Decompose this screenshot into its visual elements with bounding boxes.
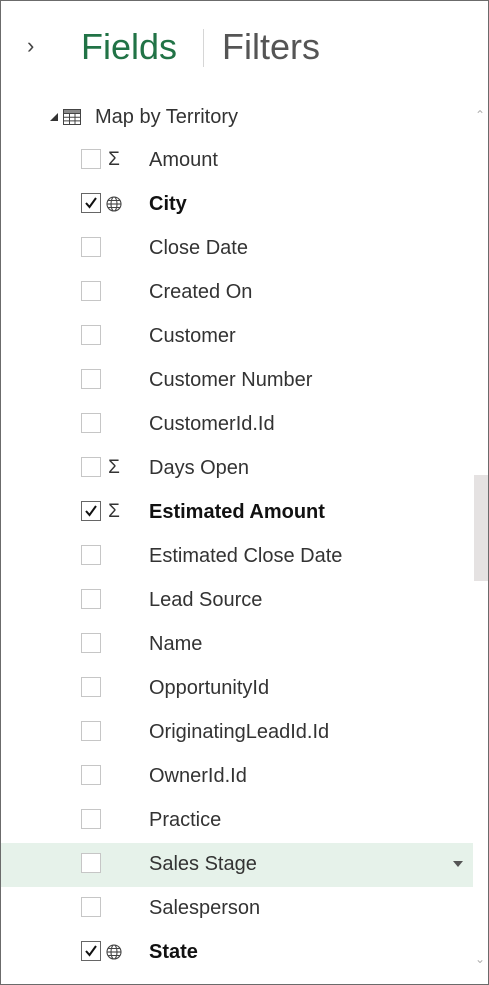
field-label: Created On [149, 281, 253, 303]
field-label: State [149, 941, 198, 963]
field-row[interactable]: State [1, 931, 473, 975]
field-label: OpportunityId [149, 677, 270, 699]
globe-icon [104, 941, 124, 963]
field-checkbox[interactable] [81, 193, 101, 213]
field-label: Customer [149, 325, 236, 347]
table-name: Map by Territory [95, 106, 239, 128]
field-row[interactable]: Σ Estimated Amount [1, 491, 473, 535]
field-list: Σ Amount City Close Date Created On Customer C… [1, 139, 473, 975]
field-label: Days Open [149, 457, 250, 479]
field-checkbox[interactable] [81, 457, 101, 477]
scroll-up-icon[interactable]: ⌃ [475, 109, 487, 121]
field-checkbox[interactable] [81, 237, 101, 257]
field-checkbox[interactable] [81, 897, 101, 917]
field-checkbox[interactable] [81, 853, 101, 873]
field-row[interactable]: OpportunityId [1, 667, 473, 711]
field-label: OriginatingLeadId.Id [149, 721, 330, 743]
field-checkbox[interactable] [81, 677, 101, 697]
field-checkbox[interactable] [81, 633, 101, 653]
field-label: CustomerId.Id [149, 413, 275, 435]
field-row[interactable]: Lead Source [1, 579, 473, 623]
chevron-right-icon[interactable]: › [27, 33, 47, 59]
field-checkbox[interactable] [81, 501, 101, 521]
tab-divider [203, 29, 204, 67]
field-checkbox[interactable] [81, 281, 101, 301]
field-checkbox[interactable] [81, 325, 101, 345]
field-checkbox[interactable] [81, 589, 101, 609]
field-row[interactable]: CustomerId.Id [1, 403, 473, 447]
scroll-down-icon[interactable]: ⌄ [475, 953, 487, 965]
field-checkbox[interactable] [81, 369, 101, 389]
field-label: Estimated Close Date [149, 545, 343, 567]
field-row[interactable]: Customer Number [1, 359, 473, 403]
field-label: Customer Number [149, 369, 313, 391]
field-row[interactable]: Sales Stage [1, 843, 473, 887]
dropdown-arrow-icon[interactable] [453, 861, 463, 867]
field-label: Lead Source [149, 589, 263, 611]
field-row[interactable]: Σ Amount [1, 139, 473, 183]
field-label: Amount [149, 149, 218, 171]
field-checkbox[interactable] [81, 721, 101, 741]
field-label: Estimated Amount [149, 501, 325, 523]
field-checkbox[interactable] [81, 545, 101, 565]
field-label: Practice [149, 809, 222, 831]
field-checkbox[interactable] [81, 149, 101, 169]
field-row[interactable]: Name [1, 623, 473, 667]
field-checkbox[interactable] [81, 765, 101, 785]
scrollbar-thumb[interactable] [474, 475, 488, 581]
table-icon [63, 109, 81, 125]
field-label: OwnerId.Id [149, 765, 247, 787]
field-label: Sales Stage [149, 853, 257, 875]
field-checkbox[interactable] [81, 809, 101, 829]
field-row[interactable]: Salesperson [1, 887, 473, 931]
table-group-header[interactable]: Map by Territory ⌃ [1, 99, 488, 135]
field-checkbox[interactable] [81, 941, 101, 961]
field-label: Close Date [149, 237, 248, 259]
sigma-icon: Σ [108, 457, 120, 478]
field-row[interactable]: Estimated Close Date [1, 535, 473, 579]
field-label: City [149, 193, 187, 215]
field-row[interactable]: Practice [1, 799, 473, 843]
field-row[interactable]: OwnerId.Id [1, 755, 473, 799]
pane-header: › Fields Filters [1, 1, 488, 93]
field-row[interactable]: Customer [1, 315, 473, 359]
field-label: Salesperson [149, 897, 261, 919]
globe-icon [104, 193, 124, 215]
sigma-icon: Σ [108, 501, 120, 522]
tab-fields[interactable]: Fields [81, 25, 177, 69]
sigma-icon: Σ [108, 149, 120, 170]
field-checkbox[interactable] [81, 413, 101, 433]
field-row[interactable]: Close Date [1, 227, 473, 271]
field-row[interactable]: Σ Days Open [1, 447, 473, 491]
tab-filters[interactable]: Filters [222, 25, 320, 69]
field-row[interactable]: Created On [1, 271, 473, 315]
field-list-pane: › Fields Filters Map by Territory ⌃ Σ Amo… [0, 0, 489, 985]
field-label: Name [149, 633, 203, 655]
field-row[interactable]: OriginatingLeadId.Id [1, 711, 473, 755]
field-row[interactable]: City [1, 183, 473, 227]
